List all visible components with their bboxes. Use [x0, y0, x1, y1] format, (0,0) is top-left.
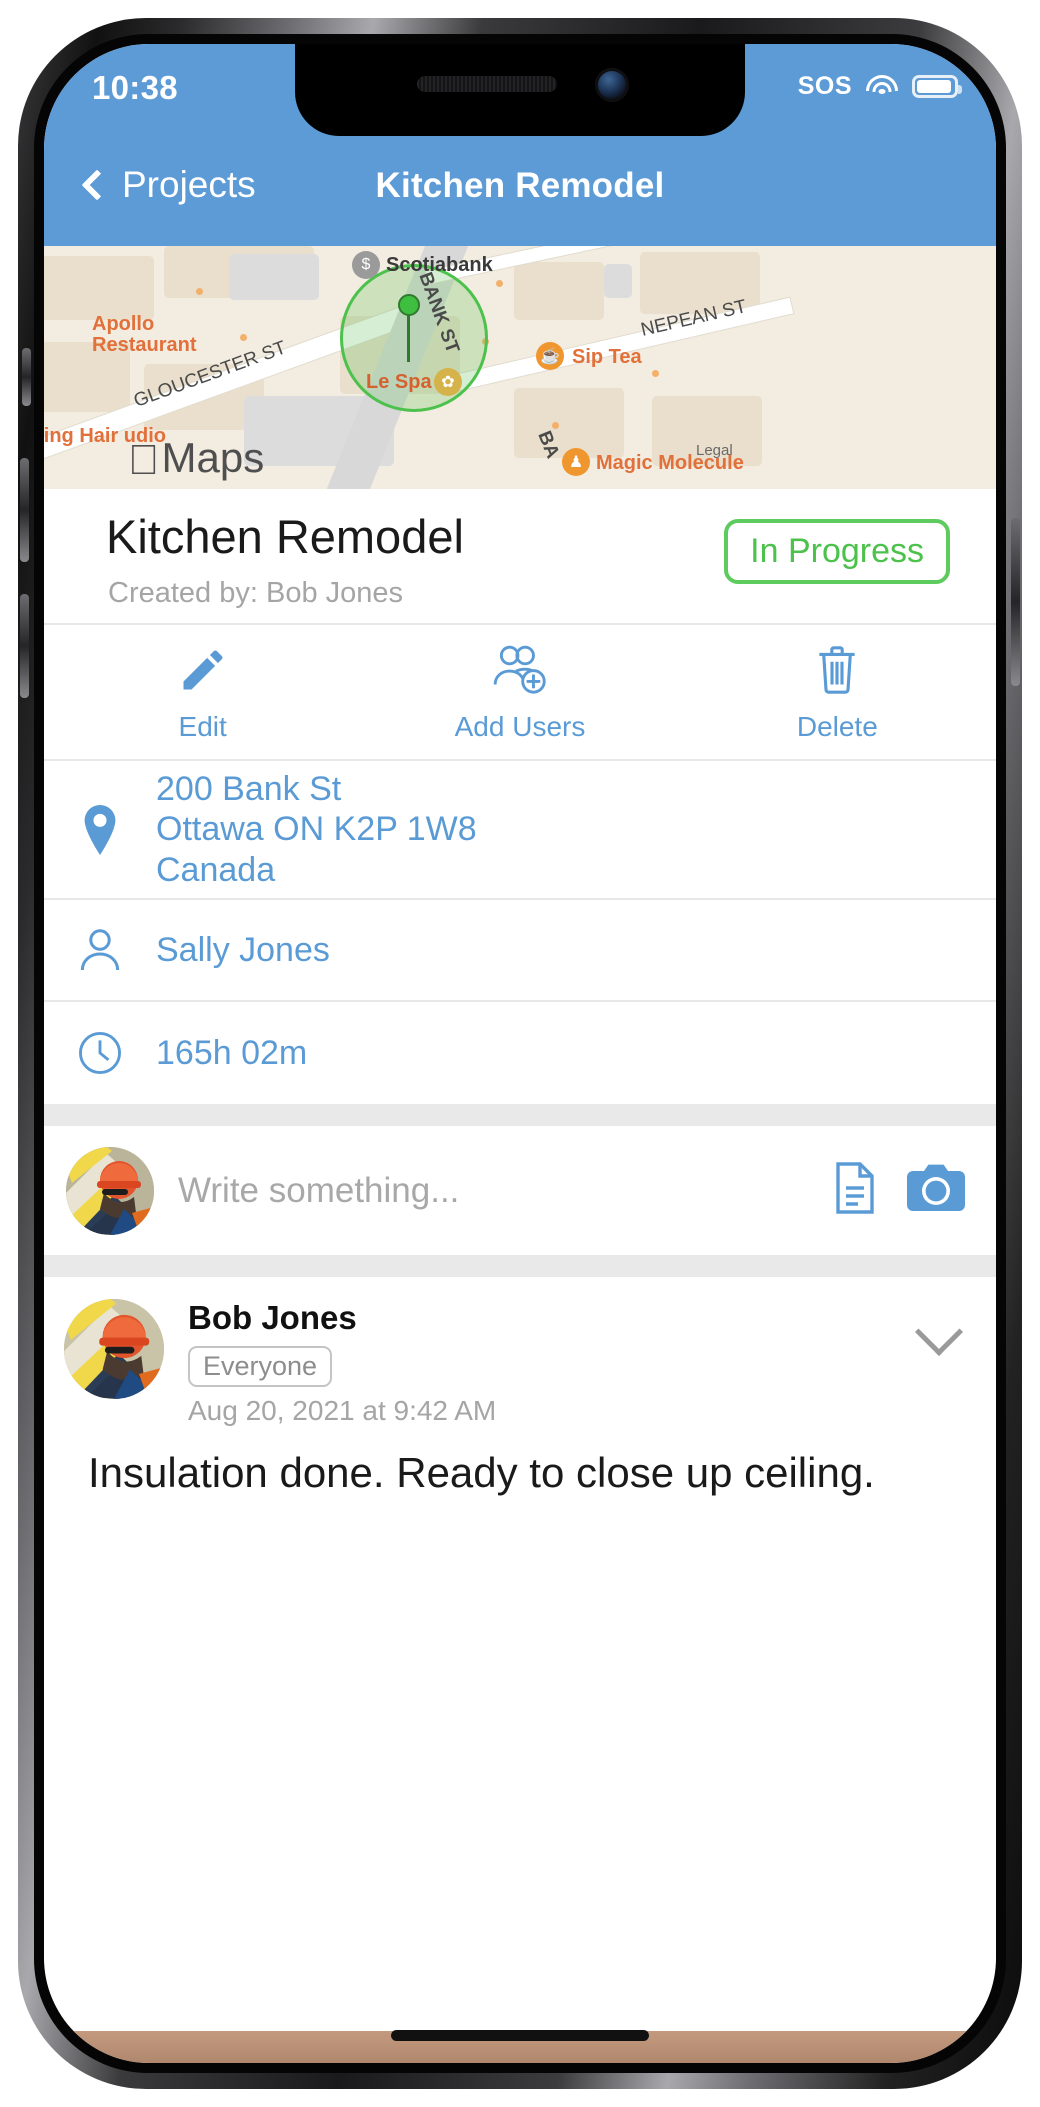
address-line-3: Canada — [156, 850, 276, 889]
phone-frame: 10:38 SOS Projects Kitchen Remodel $ Sco… — [18, 18, 1022, 2089]
status-indicators: SOS — [797, 72, 962, 101]
composer-actions — [830, 1160, 966, 1221]
comment-item: Bob Jones Everyone Aug 20, 2021 at 9:42 … — [44, 1277, 996, 1499]
address-text: 200 Bank St Ottawa ON K2P 1W8 Canada — [156, 769, 477, 889]
notch — [295, 44, 745, 136]
comment-meta: Bob Jones Everyone Aug 20, 2021 at 9:42 … — [188, 1299, 496, 1427]
status-badge[interactable]: In Progress — [724, 519, 950, 584]
section-divider — [44, 1255, 996, 1277]
assignee-row[interactable]: Sally Jones — [44, 900, 996, 1002]
person-icon — [44, 927, 156, 973]
apple-maps-watermark:  Maps — [128, 434, 265, 481]
apple-logo-icon:  — [128, 439, 160, 481]
camera-icon[interactable] — [906, 1163, 966, 1218]
map-pin-marker — [398, 294, 420, 316]
pencil-icon — [177, 641, 229, 699]
wifi-icon — [865, 74, 899, 100]
sos-label: SOS — [797, 72, 852, 100]
delete-button[interactable]: Delete — [679, 625, 996, 759]
clock-icon — [44, 1030, 156, 1076]
section-divider — [44, 1104, 996, 1126]
edit-label: Edit — [178, 711, 227, 742]
home-indicator[interactable] — [391, 2030, 649, 2041]
maps-wordmark: Maps — [130, 434, 265, 481]
map-poi-label: Le Spa — [366, 371, 432, 393]
battery-icon — [912, 75, 962, 98]
avatar — [64, 1299, 164, 1399]
time-row[interactable]: 165h 02m — [44, 1002, 996, 1104]
time-total: 165h 02m — [156, 1033, 308, 1072]
cafe-icon: ☕ — [536, 342, 564, 370]
map-poi-label: Scotiabank — [386, 254, 493, 276]
street-label: Legal — [696, 442, 733, 459]
avatar — [66, 1146, 154, 1235]
phone-bezel: 10:38 SOS Projects Kitchen Remodel $ Sco… — [34, 34, 1006, 2073]
assignee-name: Sally Jones — [156, 930, 330, 969]
map-view[interactable]: $ Scotiabank Apollo Restaurant ☕ Sip Tea… — [44, 246, 996, 489]
navigation-bar: Projects Kitchen Remodel — [44, 136, 996, 246]
comment-body: Insulation done. Ready to close up ceili… — [88, 1449, 875, 1496]
comment-author: Bob Jones — [188, 1299, 357, 1336]
volume-down-button[interactable] — [20, 594, 29, 698]
delete-label: Delete — [796, 711, 878, 742]
location-pin-icon — [44, 804, 156, 855]
comment-input[interactable]: Write something... — [178, 1171, 830, 1211]
power-button[interactable] — [1011, 518, 1020, 686]
bank-icon: $ — [352, 251, 380, 279]
comment-header: Bob Jones Everyone Aug 20, 2021 at 9:42 … — [44, 1277, 996, 1427]
add-users-button[interactable]: Add Users — [361, 625, 678, 759]
comment-timestamp: Aug 20, 2021 at 9:42 AM — [188, 1395, 497, 1426]
address-line-1: 200 Bank St — [156, 770, 342, 809]
address-line-2: Ottawa ON K2P 1W8 — [156, 810, 477, 849]
action-row: Edit Add Users Delete — [44, 625, 996, 761]
add-users-icon — [491, 641, 549, 699]
spa-icon: ✿ — [434, 368, 462, 396]
status-clock: 10:38 — [92, 69, 178, 106]
map-poi-label: Sip Tea — [572, 346, 642, 368]
edit-button[interactable]: Edit — [44, 625, 361, 759]
chevron-down-icon[interactable] — [914, 1307, 964, 1357]
trash-icon — [812, 641, 862, 699]
shop-icon: ♟ — [562, 448, 590, 476]
page-title: Kitchen Remodel — [375, 166, 665, 205]
silent-switch[interactable] — [22, 348, 31, 406]
document-icon[interactable] — [830, 1160, 880, 1221]
address-row[interactable]: 200 Bank St Ottawa ON K2P 1W8 Canada — [44, 761, 996, 900]
audience-badge: Everyone — [188, 1346, 333, 1387]
project-title: Kitchen Remodel — [106, 510, 464, 563]
add-users-label: Add Users — [454, 711, 586, 742]
project-header-card: Kitchen Remodel Created by: Bob Jones In… — [44, 489, 996, 625]
volume-up-button[interactable] — [20, 458, 29, 562]
map-poi-label: Apollo Restaurant — [92, 313, 197, 356]
front-camera-icon — [595, 68, 629, 102]
project-created-by: Created by: Bob Jones — [108, 577, 404, 609]
screen: 10:38 SOS Projects Kitchen Remodel $ Sco… — [44, 44, 996, 2063]
comment-composer[interactable]: Write something... — [44, 1126, 996, 1255]
earpiece-speaker — [417, 76, 557, 92]
